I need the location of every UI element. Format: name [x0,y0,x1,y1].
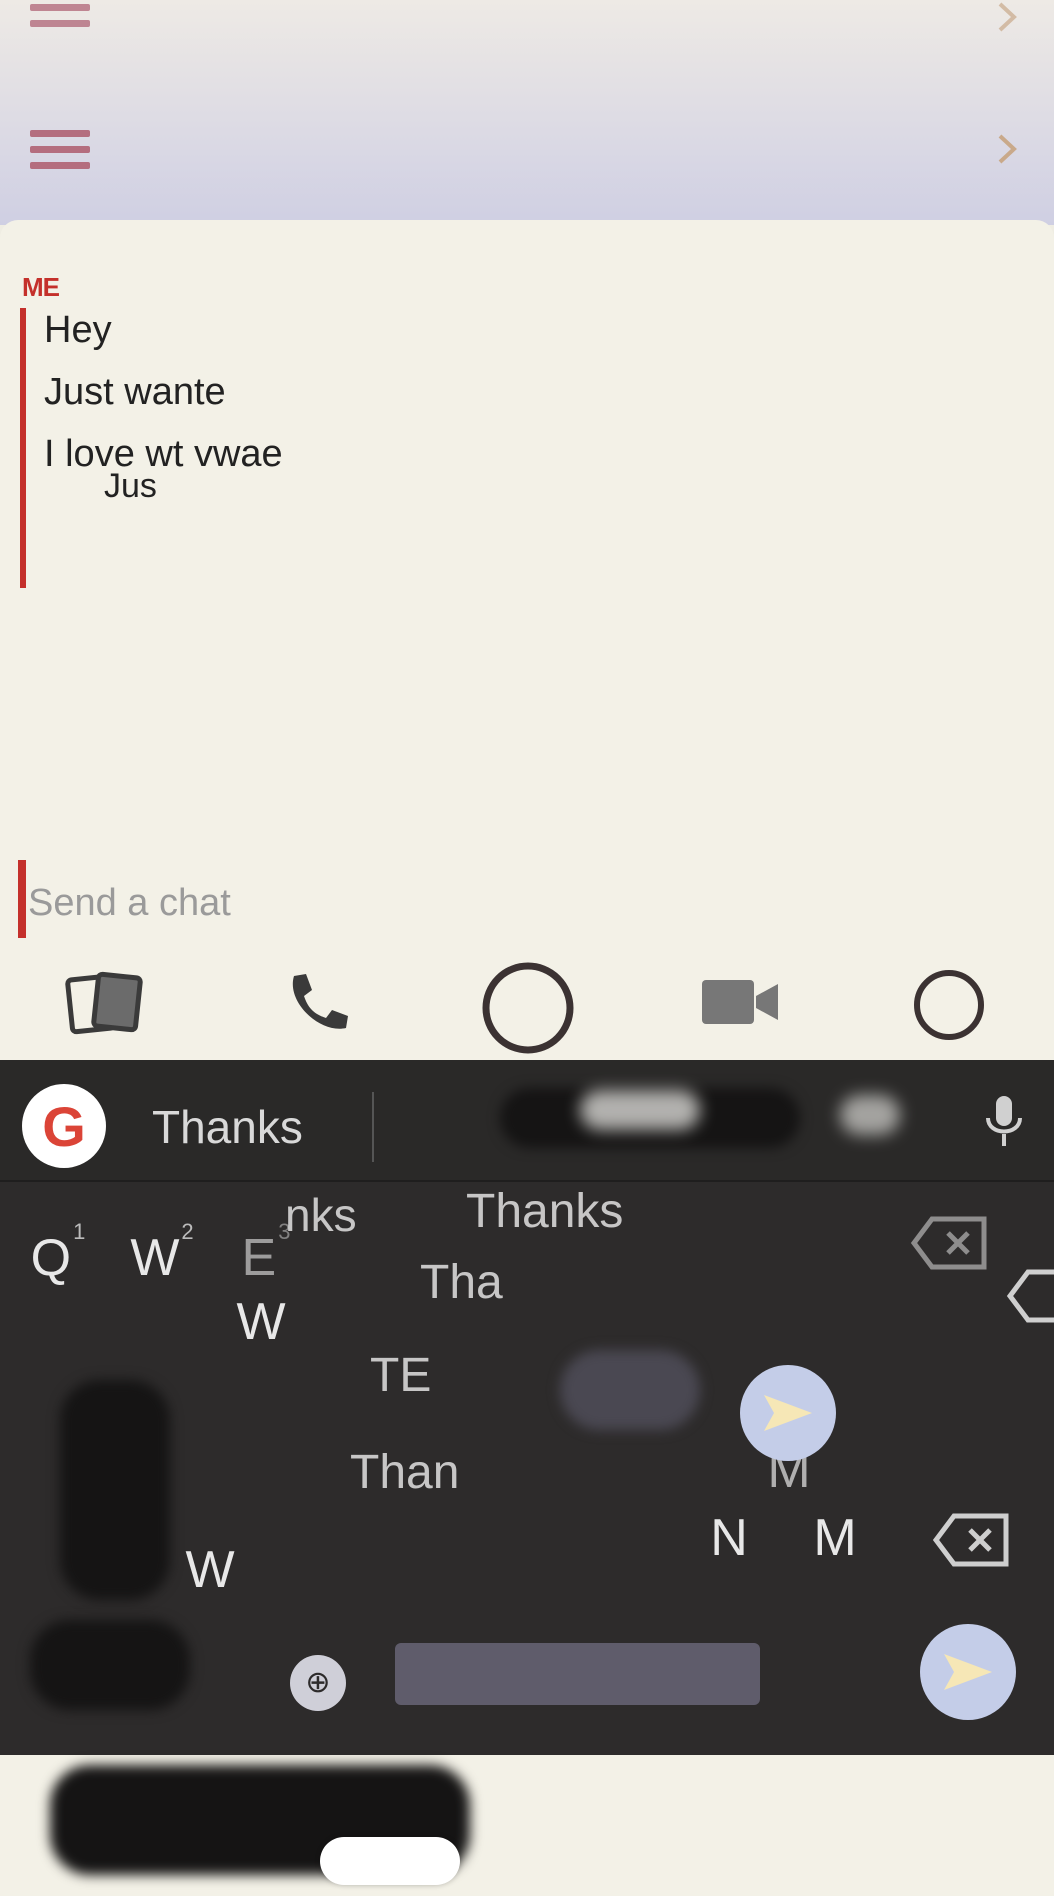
key-w[interactable]: W2 [126,1219,196,1288]
chat-header [0,0,1054,225]
emoji-icon[interactable] [912,968,986,1042]
message-text: Just wante [44,371,226,413]
chevron-right-icon[interactable] [990,0,1024,34]
ghost-suggestion: Than [350,1446,460,1499]
suggestion-word[interactable]: Thanks [152,1100,303,1154]
hamburger-menu-icon[interactable] [30,130,90,174]
send-button[interactable] [920,1624,1016,1720]
message-text: I love wt vwae [44,433,283,475]
bottom-bar [0,1755,1054,1896]
ghost-suggestion: nks [285,1189,357,1241]
ghost-suggestion: Thanks [466,1185,624,1238]
keyboard: G Thanks Q1 W2 E3 nks Thanks Tha Than TE… [0,1060,1054,1755]
ghost-suggestion: TE [370,1349,432,1402]
suggestion-divider [372,1092,374,1162]
message-text: Hey [44,309,112,351]
memories-icon[interactable] [64,970,144,1036]
chat-input[interactable] [26,872,930,934]
chat-action-row [0,960,1054,1060]
hamburger-menu-icon[interactable] [30,0,90,32]
visual-artifact [580,1090,700,1130]
visual-artifact [840,1095,900,1135]
chevron-right-icon[interactable] [990,132,1024,166]
phone-icon[interactable] [280,968,352,1040]
video-call-icon[interactable] [700,978,780,1026]
key-w[interactable]: W [226,1292,296,1352]
navigation-pill[interactable] [320,1837,460,1885]
globe-icon[interactable]: ⊕ [290,1655,346,1711]
key-w[interactable]: W [175,1540,245,1600]
message-list: Hey Just wante I love wt vwae Jus [44,310,283,528]
key-m[interactable]: M [800,1508,870,1568]
visual-artifact [60,1380,170,1600]
visual-artifact [560,1350,700,1430]
backspace-icon[interactable] [932,1512,1012,1573]
input-cursor [18,860,26,938]
space-bar[interactable] [395,1643,760,1705]
send-button[interactable] [740,1365,836,1461]
google-logo-icon[interactable]: G [22,1084,106,1168]
capture-button-icon[interactable] [480,960,576,1056]
visual-artifact [30,1620,190,1710]
sender-tag: ME [22,272,60,302]
backspace-icon[interactable] [1006,1268,1054,1329]
backspace-icon[interactable] [910,1215,990,1276]
key-n[interactable]: N [694,1508,764,1568]
microphone-icon[interactable] [982,1094,1026,1155]
key-q[interactable]: Q1 [22,1219,92,1288]
ghost-suggestion: Tha [420,1256,503,1309]
message-accent-bar [20,308,26,588]
chat-panel: ME Hey Just wante I love wt vwae Jus [0,220,1054,1060]
